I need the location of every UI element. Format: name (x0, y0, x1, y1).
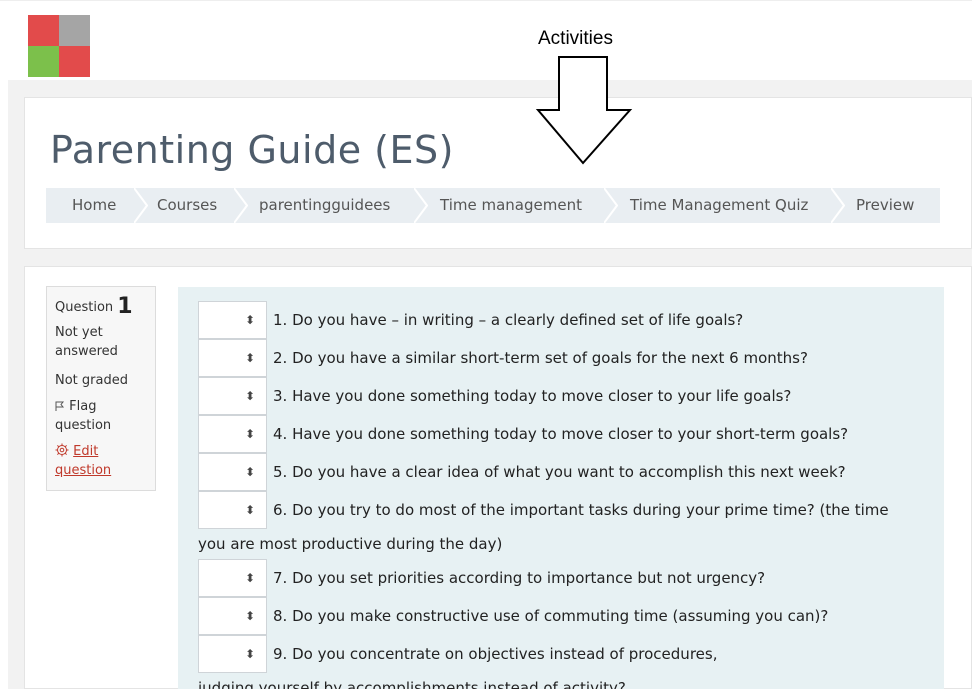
top-bar (0, 0, 972, 80)
answer-select[interactable]: ⬍ (198, 339, 267, 377)
page-title: Parenting Guide (ES) (50, 128, 454, 172)
updown-arrow-icon: ⬍ (245, 647, 256, 661)
question-text: 8. Do you make constructive use of commu… (273, 607, 829, 625)
answer-select[interactable]: ⬍ (198, 415, 267, 453)
question-row: ⬍ 1. Do you have – in writing – a clearl… (178, 301, 944, 339)
question-text: 6. Do you try to do most of the importan… (273, 501, 889, 519)
updown-arrow-icon: ⬍ (245, 609, 256, 623)
question-text: 2. Do you have a similar short-term set … (273, 349, 808, 367)
question-row: ⬍ 2. Do you have a similar short-term se… (178, 339, 944, 377)
updown-arrow-icon: ⬍ (245, 503, 256, 517)
flag-question-link[interactable]: Flag question (55, 397, 145, 435)
question-text-continued: you are most productive during the day) (198, 535, 503, 553)
question-row: ⬍ 5. Do you have a clear idea of what yo… (178, 453, 944, 491)
breadcrumb-home[interactable]: Home (72, 188, 116, 223)
site-logo[interactable] (28, 15, 90, 77)
breadcrumb-separator-icon (234, 188, 248, 223)
updown-arrow-icon: ⬍ (245, 313, 256, 327)
breadcrumb-separator-icon (604, 188, 618, 223)
question-text: 1. Do you have – in writing – a clearly … (273, 311, 744, 329)
updown-arrow-icon: ⬍ (245, 351, 256, 365)
down-arrow-icon (535, 56, 633, 165)
question-row: ⬍ 9. Do you concentrate on objectives in… (178, 635, 944, 673)
question-status: Not yet answered (55, 325, 118, 359)
question-content: ⬍ 1. Do you have – in writing – a clearl… (178, 287, 944, 689)
page-header-card (24, 97, 972, 249)
flag-icon (55, 401, 65, 411)
question-row: ⬍ 7. Do you set priorities according to … (178, 559, 944, 597)
breadcrumb-section[interactable]: Time management (440, 188, 582, 223)
breadcrumb-courses[interactable]: Courses (157, 188, 217, 223)
breadcrumb-separator-icon (414, 188, 428, 223)
question-row: ⬍ 3. Have you done something today to mo… (178, 377, 944, 415)
question-row: ⬍ 4. Have you done something today to mo… (178, 415, 944, 453)
answer-select[interactable]: ⬍ (198, 635, 267, 673)
question-text: 3. Have you done something today to move… (273, 387, 792, 405)
answer-select[interactable]: ⬍ (198, 559, 267, 597)
logo-piece-green (28, 46, 59, 77)
breadcrumb-separator-icon (831, 188, 845, 223)
breadcrumb-separator-icon (134, 188, 148, 223)
question-number-value: 1 (117, 294, 133, 319)
answer-select[interactable]: ⬍ (198, 453, 267, 491)
breadcrumb-course[interactable]: parentingguidees (259, 188, 390, 223)
question-text: 4. Have you done something today to move… (273, 425, 849, 443)
question-text: 5. Do you have a clear idea of what you … (273, 463, 846, 481)
question-info-panel: Question 1 Not yet answered Not graded F… (46, 286, 156, 491)
answer-select[interactable]: ⬍ (198, 301, 267, 339)
answer-select[interactable]: ⬍ (198, 491, 267, 529)
question-label: Question (55, 300, 114, 315)
question-row: ⬍ 6. Do you try to do most of the import… (178, 491, 944, 529)
question-row: ⬍ 8. Do you make constructive use of com… (178, 597, 944, 635)
answer-select[interactable]: ⬍ (198, 377, 267, 415)
breadcrumb-preview[interactable]: Preview (856, 188, 914, 223)
question-text: 7. Do you set priorities according to im… (273, 569, 766, 587)
question-text-continued: judging yourself by accomplishments inst… (198, 679, 626, 689)
edit-question-link[interactable]: Edit question (55, 442, 145, 480)
logo-piece-red-2 (59, 46, 90, 77)
answer-select[interactable]: ⬍ (198, 597, 267, 635)
updown-arrow-icon: ⬍ (245, 389, 256, 403)
question-grading: Not graded (55, 373, 128, 388)
breadcrumb: Home Courses parentingguidees Time manag… (46, 188, 940, 223)
logo-piece-red (28, 15, 59, 46)
updown-arrow-icon: ⬍ (245, 465, 256, 479)
gear-icon (55, 443, 69, 457)
breadcrumb-quiz[interactable]: Time Management Quiz (630, 188, 808, 223)
question-text: 9. Do you concentrate on objectives inst… (273, 645, 718, 663)
updown-arrow-icon: ⬍ (245, 571, 256, 585)
annotation-label: Activities (538, 28, 613, 49)
updown-arrow-icon: ⬍ (245, 427, 256, 441)
question-number: Question 1 (55, 294, 133, 319)
logo-piece-gray (59, 15, 90, 46)
